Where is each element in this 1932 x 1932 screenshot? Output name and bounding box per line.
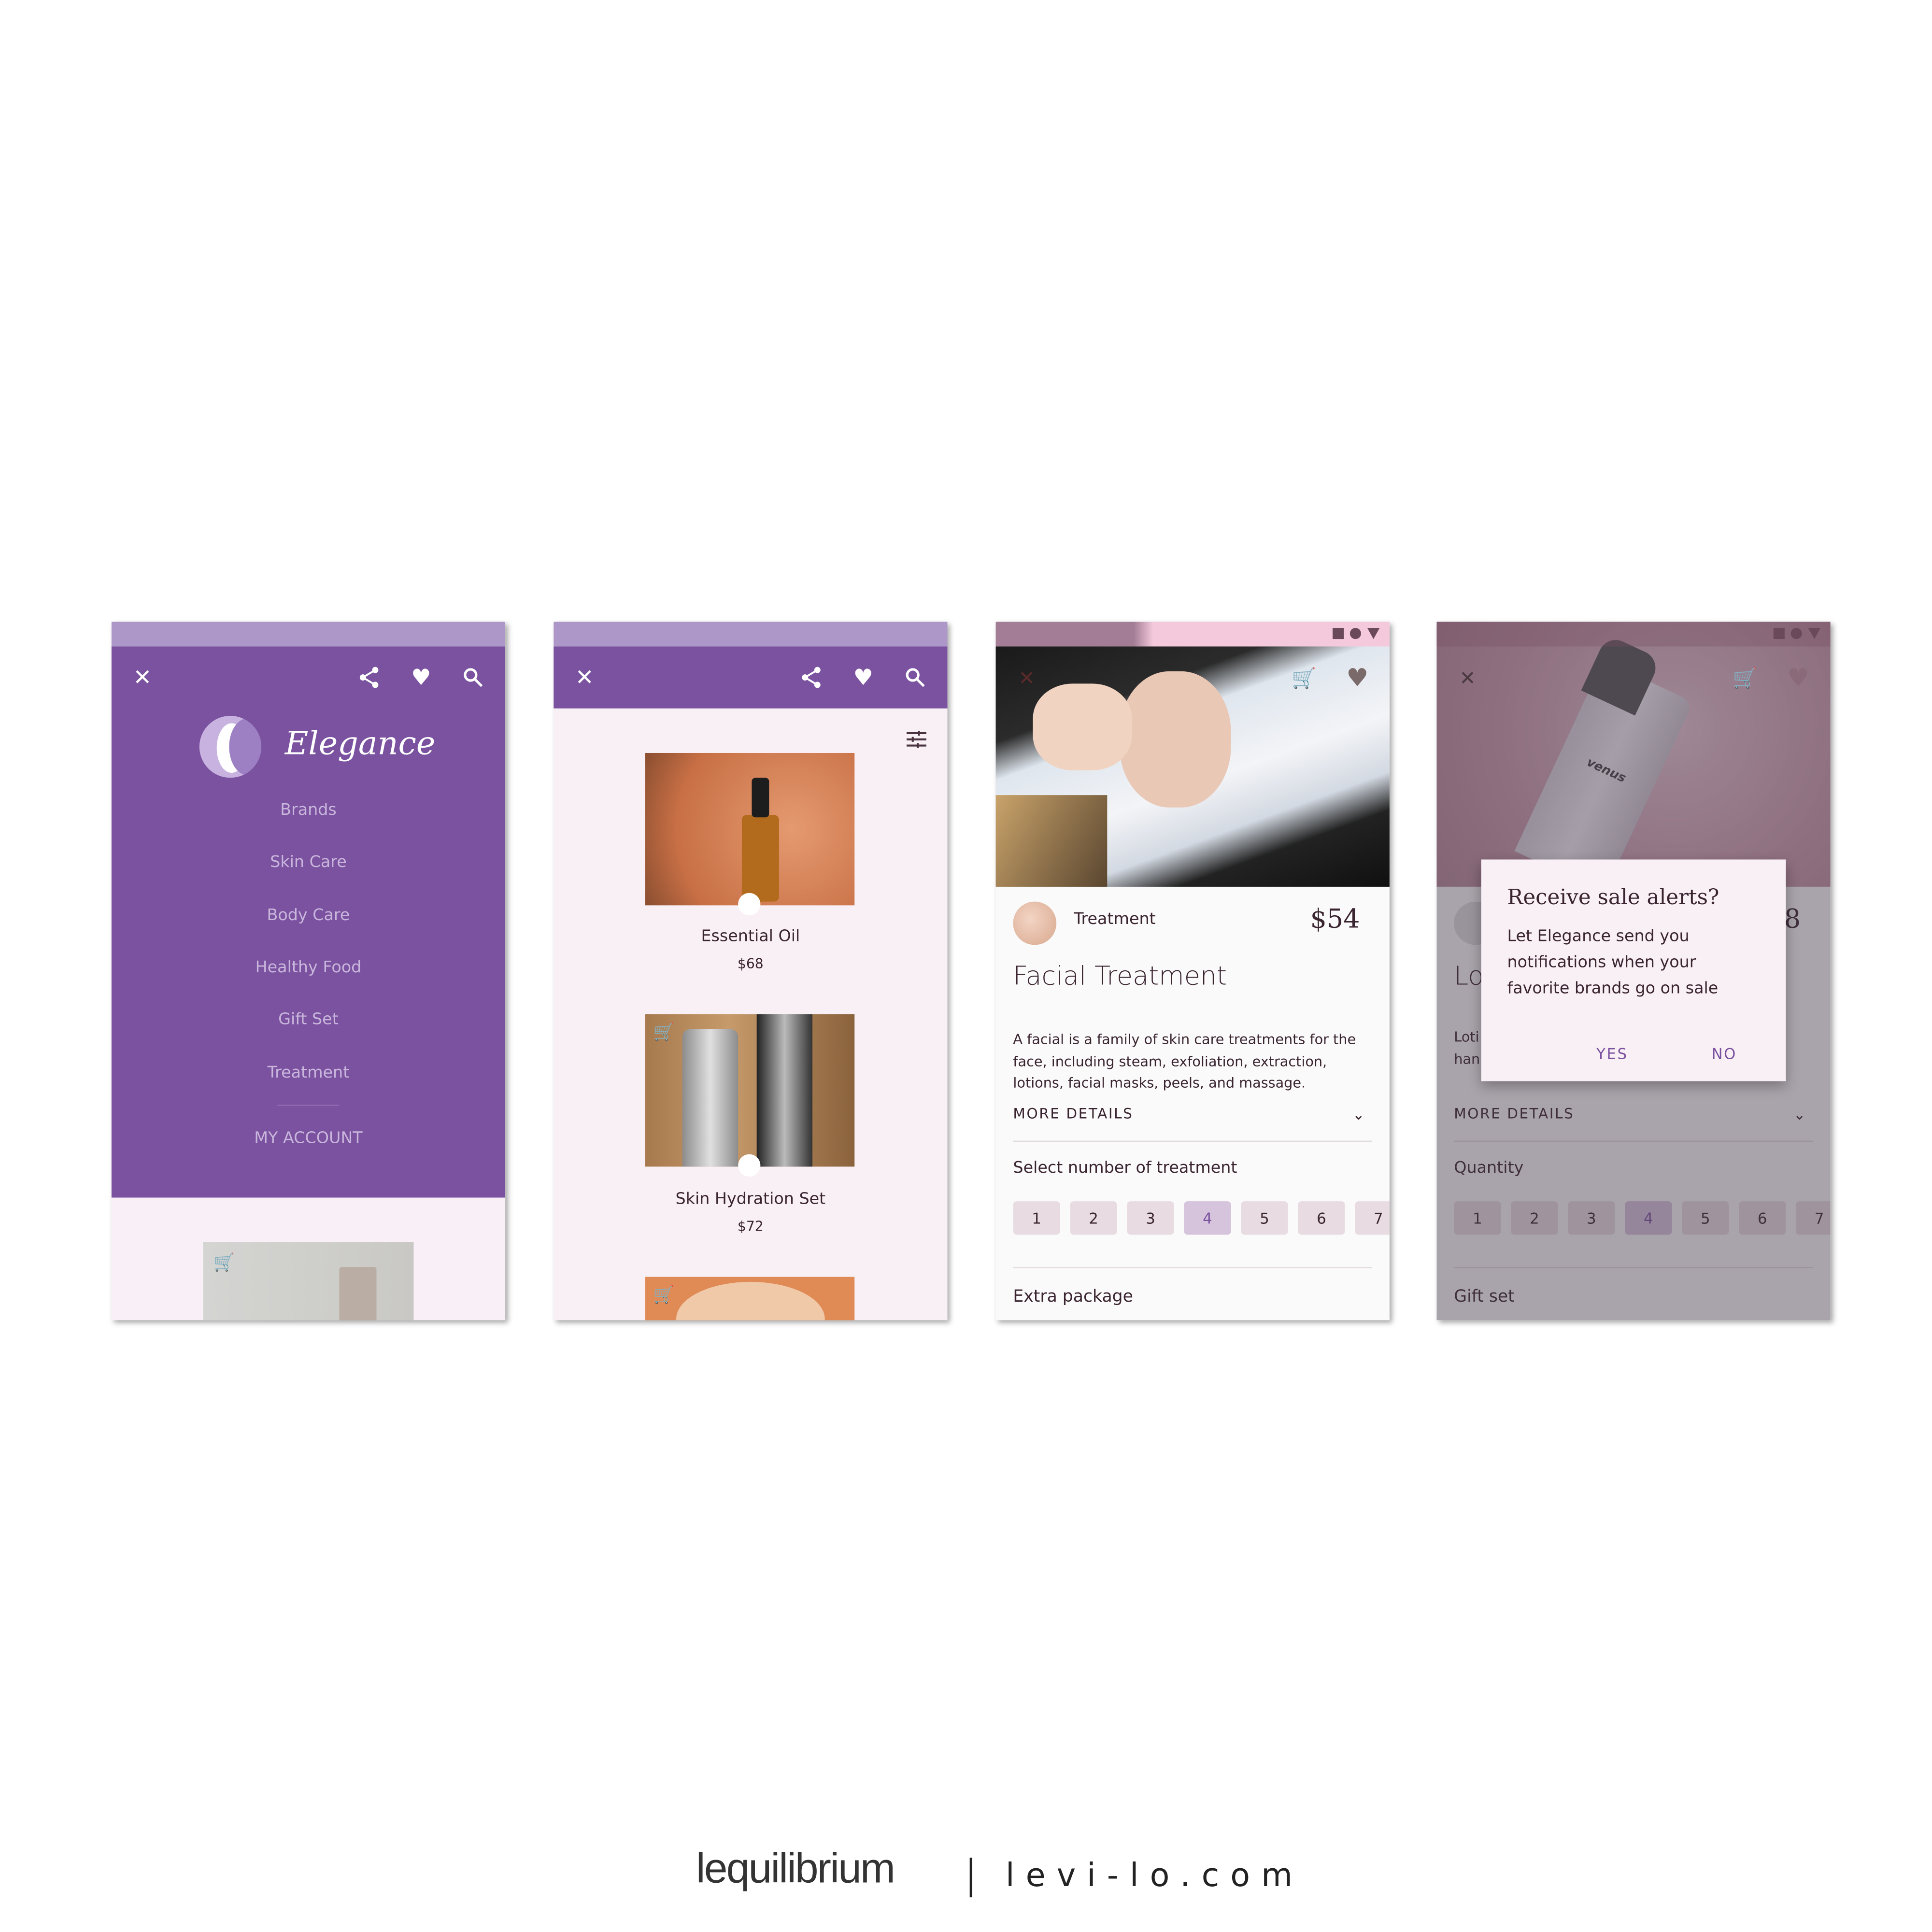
menu-item-gift-set[interactable]: Gift Set [112, 1010, 505, 1029]
menu-item-treatment[interactable]: Treatment [112, 1064, 505, 1082]
cart-add-icon[interactable]: 🛒 [1291, 664, 1318, 691]
carousel-dot [738, 893, 761, 915]
extra-package-label: Extra package [1013, 1287, 1133, 1307]
product-price: $72 [737, 1219, 764, 1235]
heart-icon[interactable]: ♥ [408, 664, 435, 691]
product-image[interactable]: 🛒 [203, 1242, 414, 1321]
heart-icon[interactable]: ♥ [850, 664, 877, 691]
brand-logo [199, 716, 262, 778]
menu-item-body-care[interactable]: Body Care [112, 907, 505, 925]
cart-add-icon[interactable]: 🛒 [1732, 664, 1759, 691]
footer-divider [969, 1858, 972, 1898]
product-list-screen: ✕ ♥ Essential Oil $68 🛒 Skin Hydration S… [554, 622, 948, 1321]
menu-item-brands[interactable]: Brands [112, 801, 505, 820]
number-button-2[interactable]: 2 [1070, 1201, 1117, 1235]
sale-alert-dialog: Receive sale alerts? Let Elegance send y… [1481, 859, 1786, 1081]
filter-icon[interactable] [903, 726, 930, 753]
close-icon[interactable]: ✕ [1454, 664, 1481, 691]
divider [1013, 1140, 1373, 1142]
heart-icon[interactable]: ♥ [1344, 663, 1371, 693]
status-bar [554, 622, 948, 647]
number-button-6[interactable]: 6 [1298, 1201, 1345, 1235]
menu-item-my-account[interactable]: MY ACCOUNT [112, 1129, 505, 1148]
carousel-dot [738, 1154, 761, 1177]
more-details-button[interactable]: MORE DETAILS [1013, 1105, 1133, 1122]
footer-logo: lequilibrium [696, 1845, 895, 1892]
no-button[interactable]: NO [1712, 1045, 1737, 1063]
product-name[interactable]: Skin Hydration Set [554, 1190, 947, 1208]
number-button-1[interactable]: 1 [1013, 1201, 1060, 1235]
avatar [1013, 901, 1057, 945]
category-label: Treatment [1074, 910, 1156, 929]
heart-icon[interactable]: ♥ [1785, 663, 1812, 693]
sale-alert-screen: venus 8 Lo Loti han MORE DETAILS ⌄ Quant… [1436, 622, 1831, 1321]
share-icon[interactable] [797, 664, 824, 691]
status-bar [1436, 622, 1831, 647]
page-title: Facial Treatment [1013, 961, 1227, 991]
cart-add-icon[interactable]: 🛒 [211, 1250, 238, 1277]
menu-screen: ✕ ♥ Elegance Brands Skin Care Body Care … [111, 622, 506, 1321]
product-price: $68 [737, 956, 764, 972]
close-icon[interactable]: ✕ [1013, 664, 1040, 691]
product-image-essential-oil[interactable] [645, 753, 855, 906]
number-button-7[interactable]: 7 [1355, 1201, 1390, 1235]
dialog-body: Let Elegance send you notifications when… [1507, 927, 1719, 998]
chevron-down-icon[interactable]: ⌄ [1345, 1101, 1372, 1128]
number-button-5[interactable]: 5 [1241, 1201, 1288, 1235]
brand-name: Elegance [284, 725, 436, 763]
treatment-detail-screen: ✕ 🛒 ♥ Treatment $54 Facial Treatment A f… [995, 622, 1390, 1321]
toolbar [554, 646, 948, 709]
divider [1013, 1267, 1373, 1268]
product-image[interactable]: 🛒 [645, 1277, 855, 1321]
yes-button[interactable]: YES [1596, 1045, 1628, 1063]
footer-site[interactable]: levi-lo.com [1006, 1858, 1304, 1895]
select-label: Select number of treatment [1013, 1159, 1237, 1178]
number-button-4[interactable]: 4 [1184, 1201, 1231, 1235]
product-name[interactable]: Essential Oil [554, 928, 947, 946]
menu-divider [277, 1105, 340, 1106]
hero-image [995, 646, 1390, 887]
menu-item-healthy-food[interactable]: Healthy Food [112, 959, 505, 977]
status-bar [995, 622, 1390, 647]
product-image-skin-hydration-set[interactable]: 🛒 [645, 1014, 855, 1167]
close-icon[interactable]: ✕ [129, 664, 156, 691]
number-button-3[interactable]: 3 [1127, 1201, 1174, 1235]
search-icon[interactable] [459, 664, 486, 691]
cart-icon[interactable]: 🛒 [650, 1282, 677, 1309]
share-icon[interactable] [355, 664, 383, 691]
close-icon[interactable]: ✕ [571, 664, 598, 691]
search-icon[interactable] [902, 664, 929, 691]
price: $54 [1310, 904, 1360, 934]
description: A facial is a family of skin care treatm… [1013, 1031, 1356, 1091]
status-bar [111, 622, 506, 647]
menu-item-skin-care[interactable]: Skin Care [112, 853, 505, 872]
dialog-title: Receive sale alerts? [1507, 885, 1719, 910]
cart-add-icon[interactable]: 🛒 [650, 1019, 677, 1046]
